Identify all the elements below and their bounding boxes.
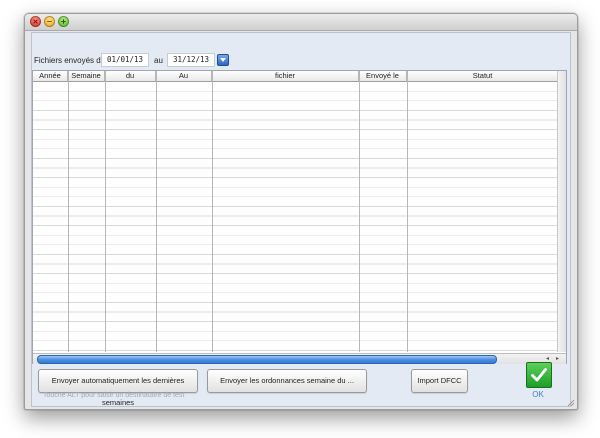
column-divider [359, 71, 360, 352]
checkmark-icon[interactable] [526, 362, 552, 388]
column-header-fichier[interactable]: fichier [212, 71, 359, 81]
column-divider [407, 71, 408, 352]
column-divider [105, 71, 106, 352]
column-header-semaine[interactable]: Semaine [68, 71, 105, 81]
minimize-window-button[interactable] [44, 16, 55, 27]
ok-check-icon [531, 368, 547, 382]
chevron-down-icon [220, 58, 226, 62]
zoom-window-button[interactable] [58, 16, 69, 27]
from-date-field[interactable]: 01/01/13 [101, 53, 149, 67]
date-dropdown-button[interactable] [217, 54, 229, 66]
column-divider [212, 71, 213, 352]
column-header-envoye-le[interactable]: Envoyé le [359, 71, 407, 81]
horizontal-scrollbar[interactable]: ◂ ▸ [33, 353, 566, 364]
zoom-icon [61, 19, 66, 24]
to-date-field[interactable]: 31/12/13 [167, 53, 215, 67]
alt-key-hint: Touche ALT pour saisir un destinataire d… [43, 392, 185, 399]
vertical-scrollbar[interactable] [557, 71, 566, 352]
minimize-icon [47, 20, 52, 23]
column-divider [156, 71, 157, 352]
filter-label: Fichiers envoyés du [34, 56, 106, 65]
table-rows[interactable] [33, 82, 558, 352]
ok-button-label[interactable]: OK [526, 390, 550, 399]
close-window-button[interactable] [30, 16, 41, 27]
column-header-annee[interactable]: Année [33, 71, 68, 81]
horizontal-scroll-thumb[interactable] [37, 355, 497, 364]
files-table[interactable]: Année Semaine du Au fichier Envoyé le St… [32, 70, 567, 364]
to-label: au [154, 56, 163, 65]
send-week-button[interactable]: Envoyer les ordonnances semaine du ... [207, 369, 367, 393]
resize-grip-icon[interactable] [566, 398, 575, 407]
main-window: Fichiers envoyés du 01/01/13 au 31/12/13… [24, 13, 578, 410]
scroll-right-arrow-icon[interactable]: ▸ [553, 355, 562, 363]
column-header-du[interactable]: du [105, 71, 156, 81]
import-dfcc-button[interactable]: Import DFCC [411, 369, 468, 393]
column-header-au[interactable]: Au [156, 71, 212, 81]
column-divider [68, 71, 69, 352]
send-auto-button[interactable]: Envoyer automatiquement les dernières se… [38, 369, 198, 407]
table-header: Année Semaine du Au fichier Envoyé le St… [33, 71, 558, 82]
title-bar [25, 14, 577, 31]
close-icon [33, 19, 38, 24]
column-header-statut[interactable]: Statut [407, 71, 558, 81]
